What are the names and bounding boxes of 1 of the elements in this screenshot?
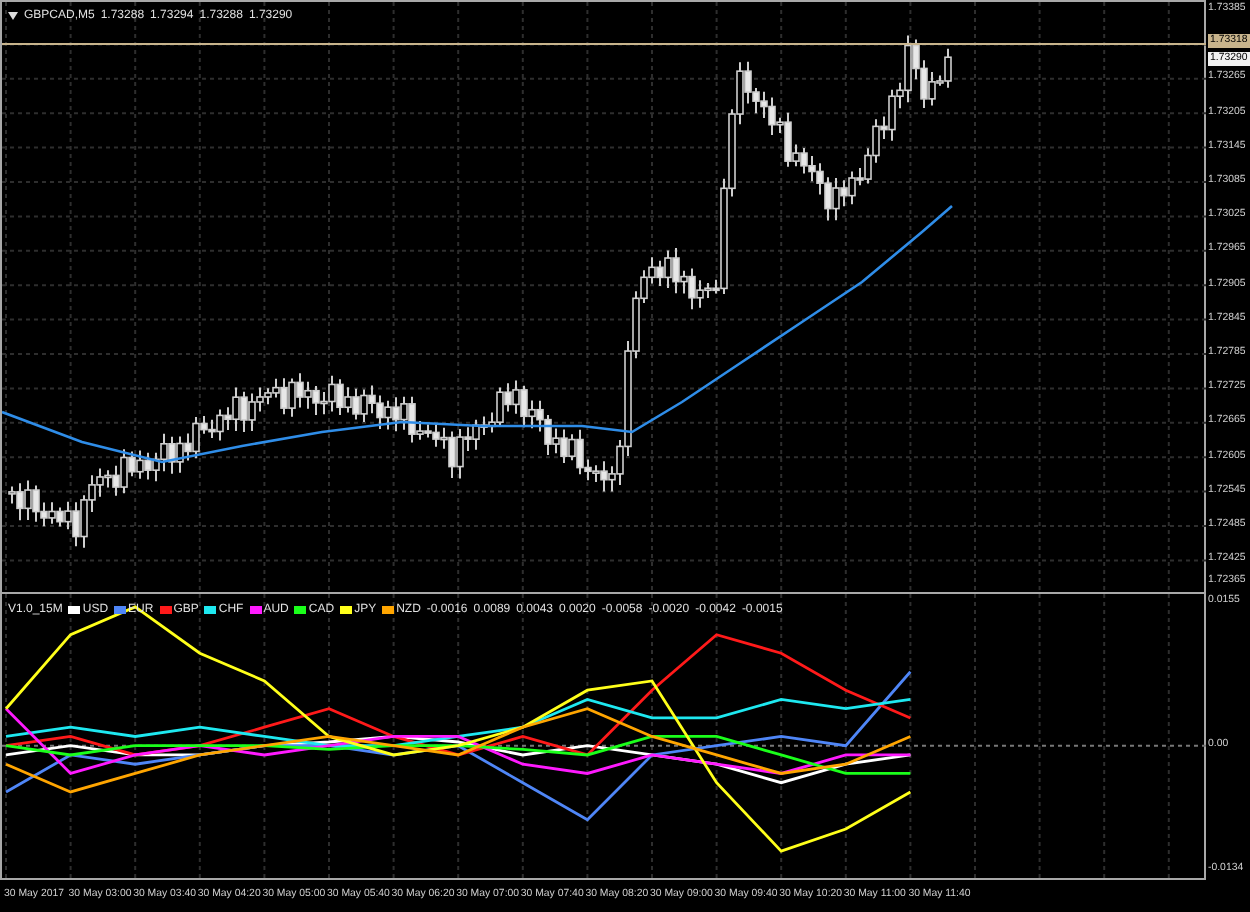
dropdown-triangle-icon[interactable] [8, 12, 18, 20]
